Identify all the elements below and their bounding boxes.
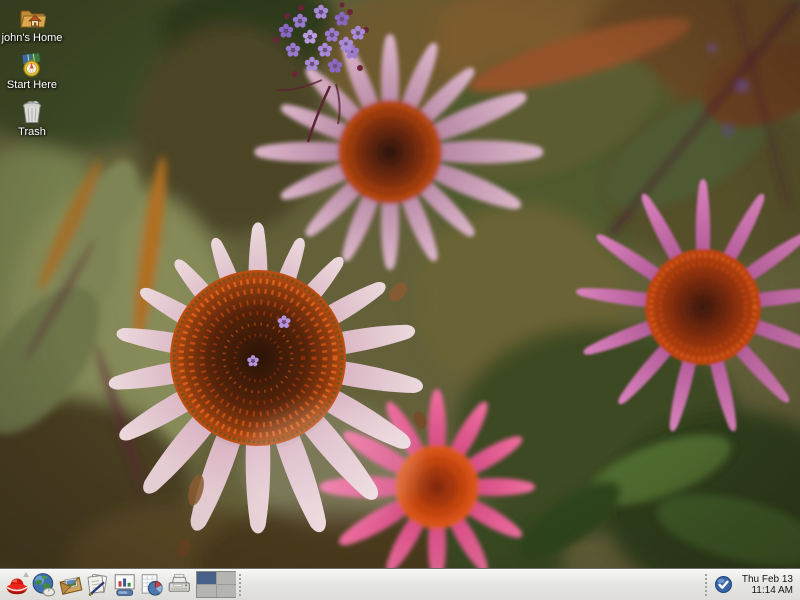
update-alert-button[interactable] <box>713 571 735 599</box>
desktop-icon-label: Trash <box>0 126 64 138</box>
panel-drag-handle[interactable] <box>239 574 244 596</box>
clock-date: Thu Feb 13 <box>742 574 793 585</box>
home-folder-icon <box>18 3 46 31</box>
taskbar-panel: Thu Feb 13 11:14 AM <box>0 568 800 600</box>
panel-clock[interactable]: Thu Feb 13 11:14 AM <box>742 574 793 596</box>
web-browser-launcher[interactable] <box>30 571 57 599</box>
screen-chart-icon <box>112 572 138 598</box>
desktop-icon-johns-home[interactable]: john's Home <box>0 3 64 44</box>
workspace-4[interactable] <box>217 585 236 597</box>
spreadsheet-launcher[interactable] <box>138 571 165 599</box>
workspace-2[interactable] <box>217 572 236 584</box>
desktop-icon-start-here[interactable]: Start Here <box>0 52 64 91</box>
workspace-3[interactable] <box>197 585 216 597</box>
main-menu-button[interactable] <box>3 571 30 599</box>
menu-arrow-icon <box>23 572 29 577</box>
notification-area-handle[interactable] <box>705 574 710 596</box>
email-launcher[interactable] <box>57 571 84 599</box>
printer-icon <box>166 572 192 598</box>
pie-sheet-icon <box>139 572 165 598</box>
envelope-photo-icon <box>58 572 84 598</box>
word-processor-launcher[interactable] <box>84 571 111 599</box>
presentation-launcher[interactable] <box>111 571 138 599</box>
workspace-switcher <box>196 571 236 598</box>
desktop-icon-label: john's Home <box>0 32 64 44</box>
desktop-icon-label: Start Here <box>0 79 64 91</box>
clock-time: 11:14 AM <box>742 585 793 596</box>
start-here-icon <box>19 52 45 78</box>
globe-mouse-icon <box>31 572 57 598</box>
documents-pen-icon <box>85 572 111 598</box>
trash-icon <box>19 97 45 125</box>
desktop-icon-trash[interactable]: Trash <box>0 97 64 138</box>
check-sphere-icon <box>714 575 733 594</box>
workspace-1[interactable] <box>197 572 216 584</box>
print-manager-launcher[interactable] <box>165 571 192 599</box>
wallpaper-photo <box>0 0 800 600</box>
